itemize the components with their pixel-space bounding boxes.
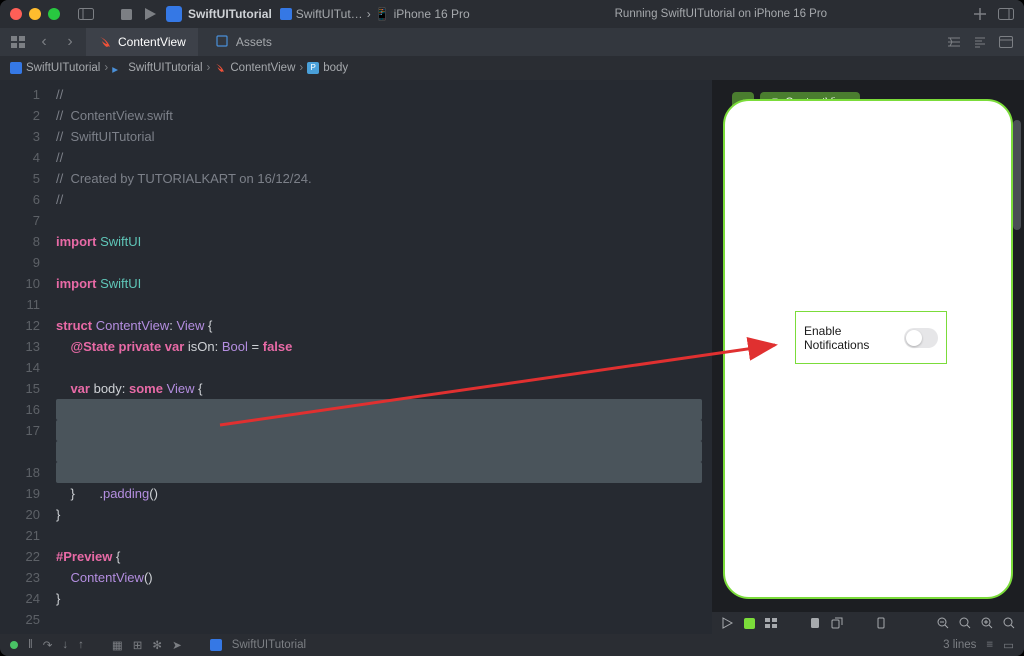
adjust-editor-icon[interactable] <box>996 32 1016 52</box>
maximize-icon[interactable] <box>48 8 60 20</box>
device-icon: 📱 <box>375 7 390 21</box>
step-in-icon[interactable]: ↓ <box>62 639 68 651</box>
preferences-icon[interactable] <box>874 616 888 630</box>
vertical-scrollbar[interactable] <box>1012 80 1022 616</box>
zoom-fit-icon[interactable] <box>958 616 972 630</box>
status-dot <box>10 641 18 649</box>
device-settings-icon[interactable] <box>808 616 822 630</box>
scheme-selector[interactable]: SwiftUITut… › 📱 iPhone 16 Pro <box>280 7 470 21</box>
toggle-container: EnableNotifications <box>795 311 947 364</box>
assets-icon <box>216 35 230 49</box>
status-bar: ‖ ↷ ↓ ↑ ▦ ⊞ ✻ ➤ SwiftUITutorial 3 lines … <box>0 634 1024 656</box>
tab-assets[interactable]: Assets <box>204 28 284 56</box>
device-frame: EnableNotifications <box>723 99 1013 599</box>
tab-contentview[interactable]: ContentView <box>86 28 198 56</box>
toggle-switch[interactable] <box>904 328 938 348</box>
chevron-right-icon: › <box>299 62 303 74</box>
debug-scheme[interactable]: SwiftUITutorial <box>232 639 306 651</box>
scheme-name: SwiftUITut… <box>296 7 363 21</box>
zoom-actual-icon[interactable] <box>980 616 994 630</box>
canvas-toolbar <box>712 612 1024 634</box>
step-out-icon[interactable]: ↑ <box>78 639 84 651</box>
toggle-label: EnableNotifications <box>804 324 869 352</box>
swift-icon <box>98 35 112 49</box>
library-icon[interactable] <box>998 6 1014 22</box>
app-icon-small <box>280 8 292 20</box>
titlebar: SwiftUITutorial SwiftUITut… › 📱 iPhone 1… <box>0 0 1024 28</box>
filter-icon[interactable]: ≡ <box>986 639 993 651</box>
stop-icon[interactable] <box>118 6 134 22</box>
folder-icon: ▸ <box>112 62 124 74</box>
chevron-right-icon: › <box>367 7 371 21</box>
app-icon <box>166 6 182 22</box>
run-icon[interactable] <box>142 6 158 22</box>
project-icon <box>10 62 22 74</box>
location-icon[interactable]: ➤ <box>172 638 182 652</box>
breadcrumb: SwiftUITutorial › ▸ SwiftUITutorial › Co… <box>0 56 1024 80</box>
scheme-app[interactable]: SwiftUITutorial <box>166 6 272 22</box>
close-icon[interactable] <box>10 8 22 20</box>
window-controls <box>10 8 60 20</box>
history-icon[interactable] <box>944 32 964 52</box>
selectable-icon[interactable] <box>742 616 756 630</box>
spray-icon[interactable]: ✻ <box>152 638 162 652</box>
build-status: Running SwiftUITutorial on iPhone 16 Pro <box>478 8 964 20</box>
forward-icon[interactable]: › <box>60 32 80 52</box>
zoom-in-icon[interactable] <box>1002 616 1016 630</box>
code-editor[interactable]: 1234567891011121314151617181920212223242… <box>0 80 712 634</box>
minimap-icon[interactable] <box>970 32 990 52</box>
console-icon[interactable]: ▭ <box>1003 638 1014 652</box>
back-icon[interactable]: ‹ <box>34 32 54 52</box>
debug-view-icon[interactable]: ▦ <box>112 638 123 652</box>
zoom-out-icon[interactable] <box>936 616 950 630</box>
live-preview-icon[interactable] <box>720 616 734 630</box>
preview-canvas: ContentView EnableNotifications <box>712 80 1024 634</box>
app-icon-small <box>210 639 222 651</box>
device-name: iPhone 16 Pro <box>394 7 470 21</box>
chevron-right-icon: › <box>207 62 211 74</box>
memory-icon[interactable]: ⊞ <box>133 638 143 652</box>
orientation-icon[interactable] <box>830 616 844 630</box>
selection-lines: 3 lines <box>943 639 976 651</box>
step-over-icon[interactable]: ↷ <box>43 638 53 652</box>
breadcrumb-item[interactable]: ▸ SwiftUITutorial <box>112 62 202 74</box>
plus-icon[interactable] <box>972 6 988 22</box>
breadcrumb-item[interactable]: ContentView <box>214 62 295 74</box>
tab-label: Assets <box>236 35 272 49</box>
minimize-icon[interactable] <box>29 8 41 20</box>
app-name: SwiftUITutorial <box>188 7 272 21</box>
tab-label: ContentView <box>118 35 186 49</box>
chevron-right-icon: › <box>104 62 108 74</box>
related-items-icon[interactable] <box>8 32 28 52</box>
pause-icon[interactable]: ‖ <box>28 639 33 651</box>
breadcrumb-item[interactable]: SwiftUITutorial <box>10 62 100 74</box>
sidebar-toggle-icon[interactable] <box>78 6 94 22</box>
breadcrumb-item[interactable]: P body <box>307 62 348 74</box>
property-icon: P <box>307 62 319 74</box>
swift-icon <box>214 62 226 74</box>
variants-icon[interactable] <box>764 616 778 630</box>
line-gutter: 1234567891011121314151617181920212223242… <box>0 80 52 634</box>
editor-tabs: ‹ › ContentView Assets <box>0 28 1024 56</box>
code-content[interactable]: //// ContentView.swift// SwiftUITutorial… <box>52 80 712 634</box>
